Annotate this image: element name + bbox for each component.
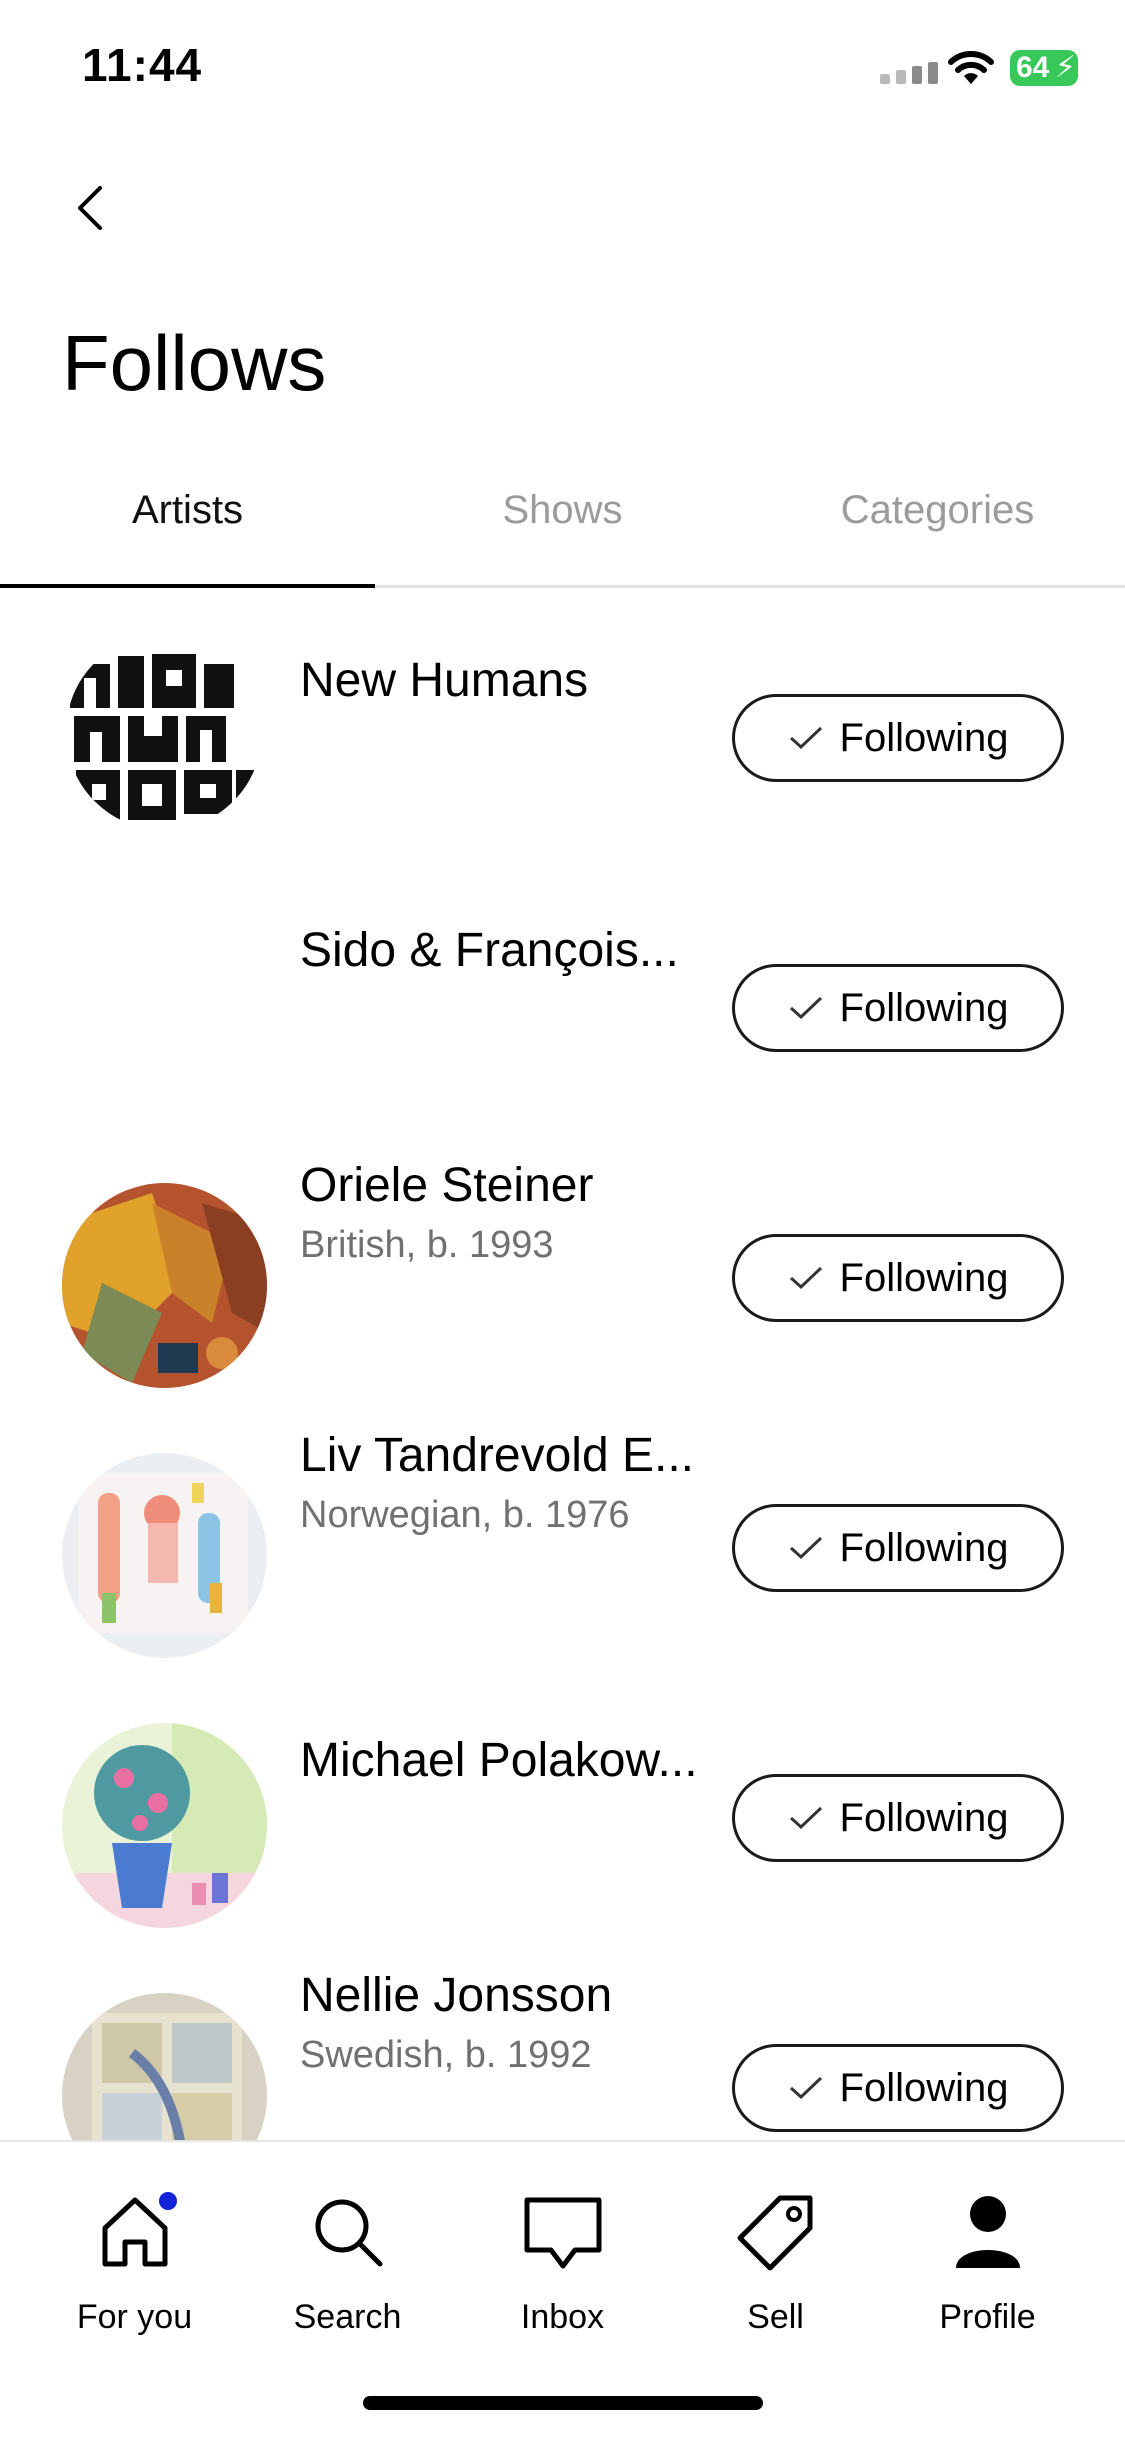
check-icon	[789, 1806, 822, 1830]
artist-name[interactable]: Michael Polakow...	[300, 1733, 698, 1788]
nav-for-you[interactable]: For you	[22, 2192, 247, 2362]
avatar	[62, 1993, 267, 2140]
artist-name[interactable]: Liv Tandrevold E...	[300, 1428, 694, 1483]
list-item[interactable]: Sido & François... Following	[0, 858, 1125, 1128]
check-icon	[789, 1266, 822, 1290]
artwork-thumbnail	[62, 1183, 267, 1388]
avatar	[62, 1453, 267, 1658]
check-icon	[789, 996, 822, 1020]
bottom-navigation: For you Search Inbox Sell Profile	[0, 2140, 1125, 2438]
nav-search[interactable]: Search	[235, 2192, 460, 2362]
nav-inbox[interactable]: Inbox	[450, 2192, 675, 2362]
check-icon	[789, 1536, 822, 1560]
artist-nationality: British, b. 1993	[300, 1224, 554, 1266]
tab-artists[interactable]: Artists	[0, 470, 375, 588]
nav-label: Inbox	[520, 2298, 605, 2336]
artist-name[interactable]: Oriele Steiner	[300, 1158, 593, 1213]
following-button[interactable]: Following	[732, 964, 1064, 1052]
check-icon	[789, 726, 822, 750]
following-button[interactable]: Following	[732, 2044, 1064, 2132]
list-item[interactable]: New Humans Following	[0, 588, 1125, 858]
profile-icon	[955, 2196, 1020, 2268]
wifi-icon	[948, 51, 994, 84]
artist-nationality: Swedish, b. 1992	[300, 2034, 592, 2076]
following-button[interactable]: Following	[732, 1774, 1064, 1862]
artwork-thumbnail	[62, 1993, 267, 2140]
artist-nationality: Norwegian, b. 1976	[300, 1494, 630, 1536]
following-button-label: Following	[839, 1525, 1009, 1570]
tag-icon	[737, 2195, 812, 2271]
artwork-thumbnail	[62, 1453, 267, 1658]
tab-bar: Artists Shows Categories	[0, 470, 1125, 588]
artist-name[interactable]: Nellie Jonsson	[300, 1968, 612, 2023]
following-button-label: Following	[839, 715, 1009, 760]
check-icon	[789, 2076, 822, 2100]
following-button-label: Following	[839, 1255, 1009, 1300]
nav-label: Search	[293, 2298, 402, 2336]
new-humans-logo	[66, 634, 262, 830]
avatar	[62, 1183, 267, 1388]
chevron-left-icon	[78, 186, 102, 230]
charging-bolt-icon: ⚡	[1054, 51, 1076, 84]
back-button[interactable]	[64, 178, 124, 238]
avatar	[62, 1723, 267, 1928]
nav-label: Profile	[939, 2298, 1036, 2336]
page-title: Follows	[62, 319, 327, 407]
list-item[interactable]: Liv Tandrevold E... Norwegian, b. 1976 F…	[0, 1398, 1125, 1668]
following-button-label: Following	[839, 985, 1009, 1030]
avatar	[62, 913, 267, 1118]
artwork-thumbnail	[62, 1723, 267, 1928]
artist-list[interactable]: New Humans Following Sido & François... …	[0, 588, 1125, 2140]
nav-label: For you	[76, 2298, 193, 2336]
list-item[interactable]: Oriele Steiner British, b. 1993 Followin…	[0, 1128, 1125, 1398]
notification-dot	[158, 2192, 177, 2210]
following-button[interactable]: Following	[732, 1504, 1064, 1592]
following-button-label: Following	[839, 1795, 1009, 1840]
status-time: 11:44	[82, 39, 203, 91]
status-bar: 11:44 64 ⚡	[0, 0, 1125, 140]
battery-icon: 64 ⚡	[1010, 50, 1078, 86]
tab-shows[interactable]: Shows	[375, 470, 750, 588]
nav-profile[interactable]: Profile	[875, 2192, 1100, 2362]
artist-name[interactable]: New Humans	[300, 653, 588, 708]
following-button[interactable]: Following	[732, 1234, 1064, 1322]
artist-name[interactable]: Sido & François...	[300, 923, 679, 978]
list-item[interactable]: Michael Polakow... Following	[0, 1668, 1125, 1938]
nav-sell[interactable]: Sell	[663, 2192, 888, 2362]
nav-label: Sell	[747, 2298, 804, 2336]
cellular-signal-icon	[880, 62, 938, 84]
home-indicator[interactable]	[363, 2396, 763, 2410]
search-icon	[315, 2199, 382, 2267]
following-button[interactable]: Following	[732, 694, 1064, 782]
inbox-icon	[524, 2197, 601, 2269]
list-item[interactable]: Nellie Jonsson Swedish, b. 1992 Followin…	[0, 1938, 1125, 2140]
battery-level: 64	[1016, 51, 1050, 84]
tab-categories[interactable]: Categories	[750, 470, 1125, 588]
following-button-label: Following	[839, 2065, 1009, 2110]
avatar	[66, 634, 262, 830]
